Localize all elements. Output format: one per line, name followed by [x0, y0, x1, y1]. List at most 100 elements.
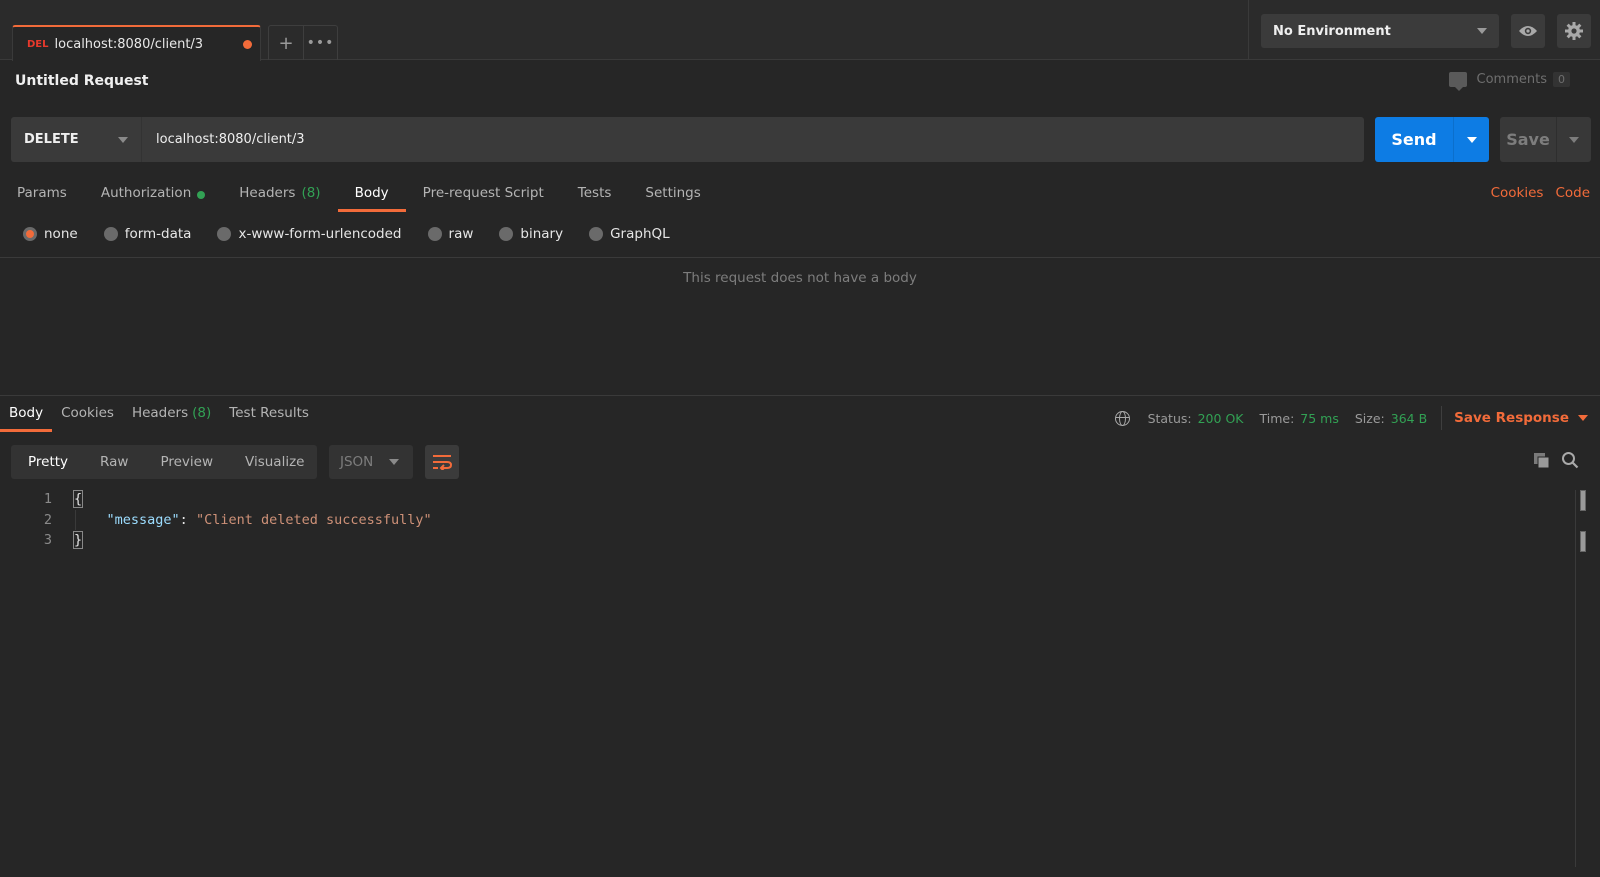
radio[interactable] — [499, 227, 514, 241]
radio[interactable] — [427, 227, 442, 241]
copy-icon[interactable] — [1533, 452, 1550, 469]
tab-authorization[interactable]: Authorization — [100, 180, 206, 212]
tab-label: Tests — [577, 185, 612, 201]
wrap-lines-button[interactable] — [425, 445, 459, 479]
json-key: "message" — [106, 511, 180, 528]
response-tabs: Body Cookies Headers (8) Test Results — [0, 405, 327, 433]
pane-resize-divider[interactable] — [0, 395, 1600, 396]
tab-label: Test Results — [229, 405, 309, 421]
divider — [1441, 406, 1443, 430]
ellipsis-icon: ••• — [306, 35, 335, 51]
tab-tests[interactable]: Tests — [578, 180, 612, 212]
line-number: 1 — [43, 491, 52, 508]
request-title[interactable]: Untitled Request — [15, 73, 149, 89]
body-type-urlencoded[interactable]: x-www-form-urlencoded — [217, 226, 402, 242]
view-visualize[interactable]: Visualize — [229, 454, 320, 470]
radio-checked[interactable] — [23, 227, 37, 241]
wrap-lines-icon — [433, 455, 452, 470]
search-icon[interactable] — [1561, 451, 1579, 469]
url-input[interactable] — [142, 117, 1364, 162]
tab-params[interactable]: Params — [17, 180, 67, 212]
comments-button[interactable]: Comments 0 — [1448, 72, 1570, 91]
radio[interactable] — [217, 227, 232, 241]
environment-quick-look-button[interactable] — [1511, 14, 1545, 48]
send-button[interactable]: Send — [1375, 117, 1489, 162]
plus-icon: + — [278, 32, 294, 54]
radio-label: GraphQL — [610, 226, 670, 242]
status-label: Status: — [1147, 410, 1192, 426]
json-value: "Client deleted successfully" — [195, 511, 432, 528]
tab-settings[interactable]: Settings — [645, 180, 700, 212]
no-body-message: This request does not have a body — [683, 270, 917, 286]
comment-icon — [1448, 72, 1467, 91]
divider — [1248, 0, 1249, 60]
save-options-dropdown[interactable] — [1557, 117, 1591, 162]
radio-label: form-data — [124, 226, 192, 242]
body-type-raw[interactable]: raw — [427, 226, 473, 242]
json-separator: : — [179, 511, 196, 528]
method-value: DELETE — [24, 132, 79, 147]
response-view-modes: Pretty Raw Preview Visualize — [11, 445, 317, 479]
unsaved-indicator-dot[interactable] — [243, 40, 252, 49]
response-language-select[interactable]: JSON — [329, 445, 413, 479]
tab-label: Body — [354, 185, 389, 201]
view-preview[interactable]: Preview — [144, 454, 229, 470]
tab-headers[interactable]: Headers (8) — [239, 180, 320, 212]
headers-count: (8) — [301, 185, 321, 201]
environment-select[interactable]: No Environment — [1261, 14, 1499, 48]
save-response-button[interactable]: Save Response — [1454, 410, 1588, 426]
size-value[interactable]: 364 B — [1391, 411, 1427, 426]
radio[interactable] — [589, 227, 604, 241]
response-body-editor[interactable]: 1 { 2 "message": "Client deleted success… — [0, 489, 432, 551]
body-type-form-data[interactable]: form-data — [103, 226, 192, 242]
gear-icon — [1565, 22, 1583, 40]
body-type-binary[interactable]: binary — [499, 226, 563, 242]
tab-body[interactable]: Body — [337, 180, 406, 212]
method-select[interactable]: DELETE — [11, 117, 142, 162]
view-pretty[interactable]: Pretty — [11, 454, 84, 470]
tab-label: Cookies — [61, 405, 114, 421]
request-tab[interactable]: DEL localhost:8080/client/3 — [12, 25, 261, 61]
tab-label: Body — [9, 405, 44, 421]
response-meta: Status: 200 OK Time: 75 ms Size: 364 B S… — [1114, 406, 1588, 430]
time-value[interactable]: 75 ms — [1300, 411, 1339, 426]
save-button[interactable]: Save — [1500, 117, 1591, 162]
manage-environments-button[interactable] — [1557, 14, 1591, 48]
chevron-down-icon — [118, 137, 128, 143]
tab-label: Pre-request Script — [422, 185, 544, 201]
radio[interactable] — [103, 227, 118, 241]
status-value[interactable]: 200 OK — [1198, 411, 1244, 426]
view-raw[interactable]: Raw — [84, 454, 144, 470]
comments-label: Comments — [1476, 72, 1547, 87]
response-tab-test-results[interactable]: Test Results — [229, 405, 309, 433]
divider — [0, 257, 1600, 258]
radio-label: none — [44, 226, 78, 242]
response-tab-cookies[interactable]: Cookies — [61, 405, 114, 433]
top-bar: DEL localhost:8080/client/3 + ••• No Env… — [0, 0, 1600, 61]
language-value: JSON — [340, 454, 374, 470]
cookies-link[interactable]: Cookies — [1491, 185, 1544, 201]
body-type-none[interactable]: none — [23, 226, 78, 242]
globe-icon[interactable] — [1114, 410, 1130, 426]
radio-label: binary — [520, 226, 564, 242]
body-type-graphql[interactable]: GraphQL — [589, 226, 670, 242]
tab-label: Authorization — [100, 185, 192, 201]
send-options-dropdown[interactable] — [1454, 117, 1489, 162]
request-links: Cookies Code — [1491, 185, 1590, 201]
code-line: 1 { — [0, 489, 432, 510]
open-brace: { — [72, 490, 84, 509]
code-link[interactable]: Code — [1555, 185, 1590, 201]
editor-scrollbar[interactable] — [1575, 490, 1576, 867]
new-tab-button[interactable]: + — [269, 26, 303, 60]
tab-pre-request-script[interactable]: Pre-request Script — [423, 180, 544, 212]
tab-options-button[interactable]: ••• — [303, 26, 337, 60]
response-tab-body[interactable]: Body — [0, 405, 53, 433]
chevron-down-icon — [1569, 136, 1579, 143]
save-response-label: Save Response — [1454, 410, 1569, 426]
line-number: 3 — [43, 532, 52, 549]
response-tab-headers[interactable]: Headers (8) — [132, 405, 211, 433]
close-brace: } — [72, 531, 84, 550]
save-label: Save — [1500, 117, 1557, 162]
send-label: Send — [1375, 117, 1454, 162]
tab-label: Settings — [645, 185, 701, 201]
